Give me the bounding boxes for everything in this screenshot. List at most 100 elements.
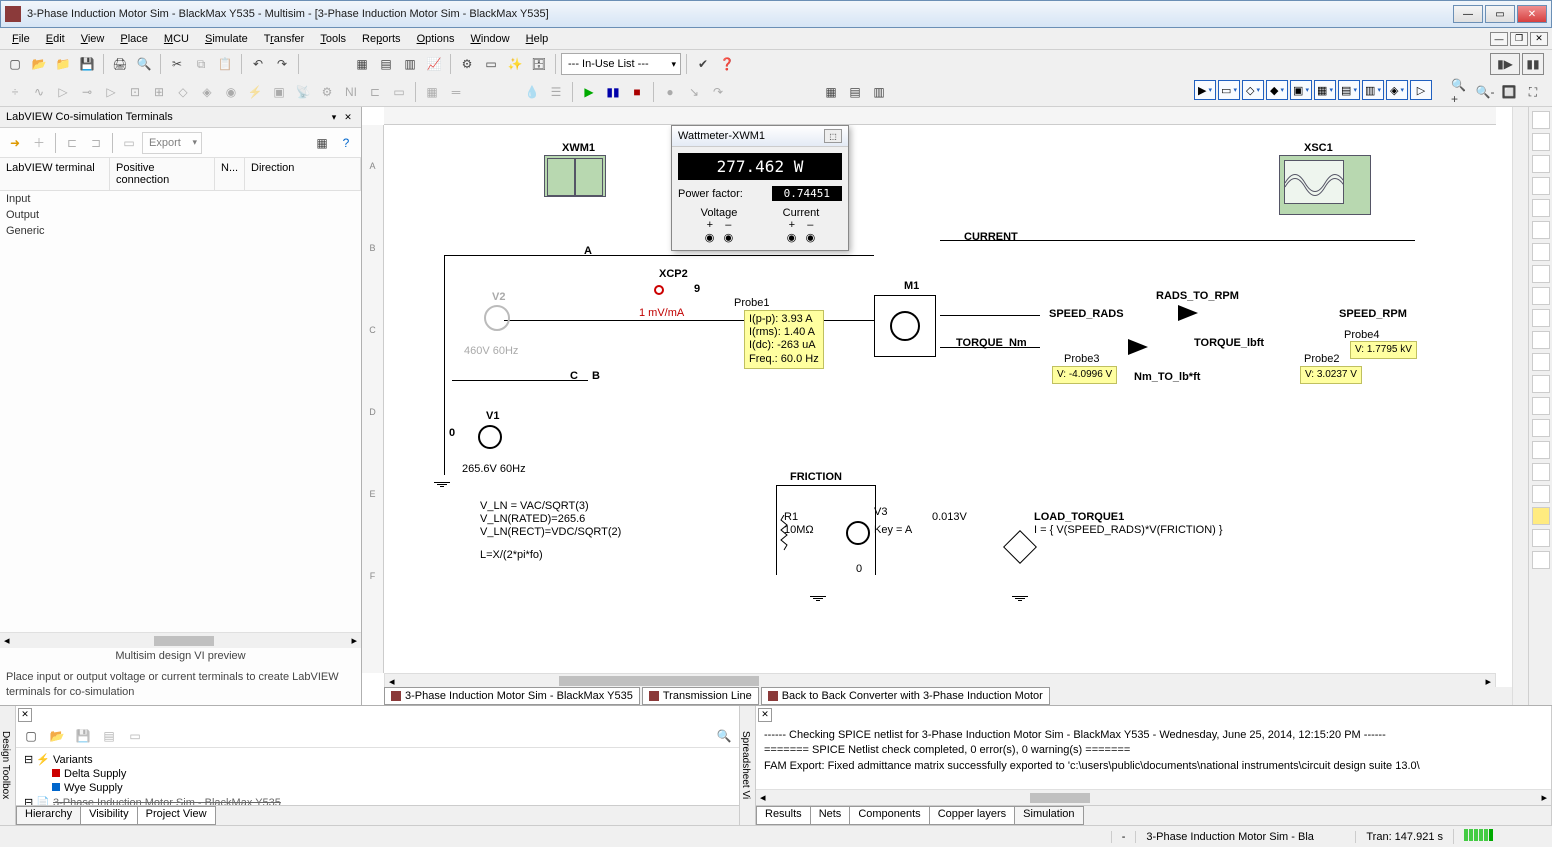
erc-icon[interactable]: ✔ — [692, 53, 714, 75]
lv-row-output[interactable]: Output — [0, 207, 361, 223]
toggle-design-icon[interactable]: ▦ — [351, 53, 373, 75]
mdi-restore-button[interactable]: ❐ — [1510, 32, 1528, 46]
wattmeter-window[interactable]: Wattmeter-XWM1 ⬚ 277.462 W Power factor:… — [671, 125, 849, 251]
design-panel-close[interactable]: ✕ — [18, 708, 32, 722]
new-icon[interactable]: ▢ — [4, 53, 26, 75]
lv-col-positive[interactable]: Positive connection — [110, 158, 215, 190]
layout-tile-icon[interactable]: ▦ — [820, 81, 842, 103]
menu-transfer[interactable]: Transfer — [256, 31, 313, 47]
tree-saveall-icon[interactable]: ▤ — [98, 725, 120, 747]
maximize-button[interactable]: ▭ — [1485, 5, 1515, 23]
instr-tek-scope-icon[interactable] — [1532, 485, 1550, 503]
save-icon[interactable]: 💾 — [76, 53, 98, 75]
menu-file[interactable]: File — [4, 31, 38, 47]
lv-in-icon[interactable]: ⊏ — [61, 132, 83, 154]
instr-funcgen-icon[interactable] — [1532, 133, 1550, 151]
bottom-tab-visibility[interactable]: Visibility — [80, 806, 138, 825]
zoom-area-icon[interactable]: 🔲 — [1498, 81, 1520, 103]
toggle-netlist-icon[interactable]: ▥ — [399, 53, 421, 75]
instr-wattmeter-icon[interactable] — [1532, 155, 1550, 173]
menu-view[interactable]: View — [73, 31, 113, 47]
zoom-out-icon[interactable]: 🔍- — [1474, 81, 1496, 103]
analysis-3-icon[interactable]: ◇▾ — [1242, 80, 1264, 100]
step-into-icon[interactable]: ↘ — [683, 81, 705, 103]
instr-labview-icon[interactable] — [1532, 507, 1550, 525]
open-sample-icon[interactable]: 📁 — [52, 53, 74, 75]
tree-new-icon[interactable]: ▢ — [20, 725, 42, 747]
component-wizard-icon[interactable]: ✨ — [504, 53, 526, 75]
place-power-icon[interactable]: ⚡ — [244, 81, 266, 103]
menu-help[interactable]: Help — [518, 31, 557, 47]
doc-tab-3[interactable]: Back to Back Converter with 3-Phase Indu… — [761, 687, 1050, 705]
lv-view-icon[interactable]: ▦ — [311, 132, 333, 154]
tree-open-icon[interactable]: 📂 — [46, 725, 68, 747]
zoom-fit-icon[interactable]: ⛶ — [1522, 81, 1544, 103]
probe-droplet-icon[interactable]: 💧 — [521, 81, 543, 103]
spread-tab-components[interactable]: Components — [849, 806, 929, 825]
analysis-2-icon[interactable]: ▭▾ — [1218, 80, 1240, 100]
layout-arrange-icon[interactable]: ▥ — [868, 81, 890, 103]
layout-cascade-icon[interactable]: ▤ — [844, 81, 866, 103]
instr-agilent-fg-icon[interactable] — [1532, 419, 1550, 437]
wattmeter-close-icon[interactable]: ⬚ — [824, 129, 842, 143]
mdi-close-button[interactable]: ✕ — [1530, 32, 1548, 46]
menu-reports[interactable]: Reports — [354, 31, 409, 47]
instr-current-probe-icon[interactable] — [1532, 551, 1550, 569]
place-basic-icon[interactable]: ∿ — [28, 81, 50, 103]
place-misc2-icon[interactable]: ▣ — [268, 81, 290, 103]
instr-bode-icon[interactable] — [1532, 221, 1550, 239]
doc-tab-1[interactable]: 3-Phase Induction Motor Sim - BlackMax Y… — [384, 687, 640, 705]
xwm1-component[interactable] — [544, 155, 606, 197]
instr-freq-icon[interactable] — [1532, 243, 1550, 261]
design-tree[interactable]: ⊟ ⚡ Variants Delta Supply Wye Supply ⊟ 📄… — [16, 748, 739, 805]
hierarchy-icon[interactable]: ▦ — [421, 81, 443, 103]
tree-close-icon[interactable]: ▭ — [124, 725, 146, 747]
analysis-9-icon[interactable]: ◈▾ — [1386, 80, 1408, 100]
load-torque-component[interactable] — [1003, 530, 1037, 564]
panel-close-icon[interactable]: ✕ — [341, 110, 355, 124]
menu-options[interactable]: Options — [409, 31, 463, 47]
instr-distortion-icon[interactable] — [1532, 353, 1550, 371]
doc-tab-2[interactable]: Transmission Line — [642, 687, 759, 705]
lv-generic-icon[interactable]: ▭ — [118, 132, 140, 154]
lv-col-direction[interactable]: Direction — [245, 158, 361, 190]
place-ttl-icon[interactable]: ⊡ — [124, 81, 146, 103]
breadboard-icon[interactable]: ▭ — [480, 53, 502, 75]
lv-row-input[interactable]: Input — [0, 191, 361, 207]
tree-find-icon[interactable]: 🔍 — [713, 725, 735, 747]
spreadsheet-strip[interactable]: Spreadsheet Vi — [740, 706, 756, 825]
instr-iv-icon[interactable] — [1532, 331, 1550, 349]
xcp2-clamp-icon[interactable] — [654, 285, 664, 295]
m1-component[interactable] — [874, 295, 936, 357]
undo-icon[interactable]: ↶ — [247, 53, 269, 75]
close-button[interactable]: ✕ — [1517, 5, 1547, 23]
place-source-icon[interactable]: ÷ — [4, 81, 26, 103]
tree-save-icon[interactable]: 💾 — [72, 725, 94, 747]
spread-tab-nets[interactable]: Nets — [810, 806, 851, 825]
v1-component[interactable] — [478, 425, 502, 449]
lv-row-generic[interactable]: Generic — [0, 223, 361, 239]
place-electromech-icon[interactable]: ⚙ — [316, 81, 338, 103]
place-rf-icon[interactable]: 📡 — [292, 81, 314, 103]
analysis-8-icon[interactable]: ▥▾ — [1362, 80, 1384, 100]
spread-tab-copper[interactable]: Copper layers — [929, 806, 1015, 825]
panel-dropdown-icon[interactable]: ▾ — [327, 110, 341, 124]
database-icon[interactable]: 🗄 — [528, 53, 550, 75]
canvas-vscroll[interactable] — [1512, 107, 1528, 705]
menu-tools[interactable]: Tools — [312, 31, 354, 47]
spread-panel-close[interactable]: ✕ — [758, 708, 772, 722]
schematic-canvas[interactable]: Wattmeter-XWM1 ⬚ 277.462 W Power factor:… — [384, 125, 1496, 673]
run-icon[interactable]: ▶ — [578, 81, 600, 103]
v3-component[interactable] — [846, 521, 870, 545]
analysis-7-icon[interactable]: ▤▾ — [1338, 80, 1360, 100]
instr-4ch-scope-icon[interactable] — [1532, 199, 1550, 217]
lv-export-dropdown[interactable]: Export — [142, 132, 202, 154]
menu-window[interactable]: Window — [462, 31, 517, 47]
bottom-tab-project[interactable]: Project View — [137, 806, 216, 825]
mdi-minimize-button[interactable]: — — [1490, 32, 1508, 46]
lv-out-icon[interactable]: ⊐ — [85, 132, 107, 154]
console-hscroll[interactable]: ◂▸ — [756, 789, 1551, 805]
redo-icon[interactable]: ↷ — [271, 53, 293, 75]
gain-nm-lbft[interactable] — [1128, 339, 1148, 358]
instr-logic-analyzer-icon[interactable] — [1532, 287, 1550, 305]
